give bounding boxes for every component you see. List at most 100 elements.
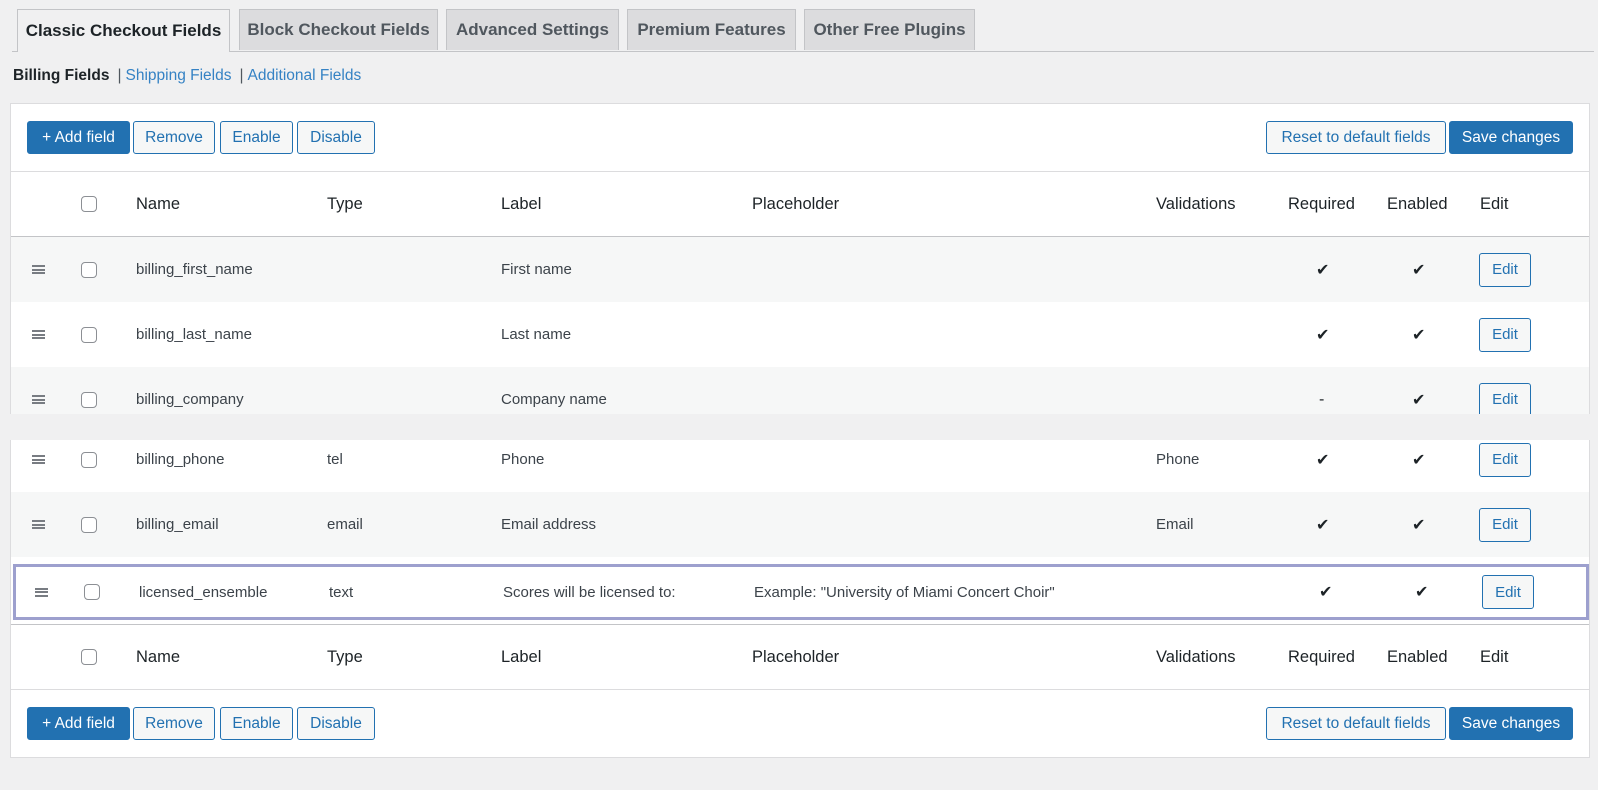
drag-handle-icon[interactable] (35, 587, 48, 597)
table-toolbar-top: + Add field Remove Enable Disable Reset … (11, 104, 1589, 172)
required-checkmark-icon: ✔ (1319, 584, 1333, 601)
edit-button[interactable]: Edit (1482, 575, 1534, 609)
required-dash: - (1319, 390, 1325, 408)
field-name: billing_first_name (136, 261, 253, 278)
row-checkbox[interactable] (81, 326, 97, 343)
table-toolbar-bottom: + Add field Remove Enable Disable Reset … (11, 689, 1589, 757)
field-type: email (327, 516, 363, 533)
tab-block-checkout-fields[interactable]: Block Checkout Fields (239, 9, 438, 50)
col-enabled: Enabled (1387, 194, 1448, 213)
reset-default-fields-button[interactable]: Reset to default fields (1266, 707, 1446, 740)
field-name: licensed_ensemble (139, 583, 268, 601)
drag-handle-icon[interactable] (32, 395, 45, 404)
enabled-checkmark-icon: ✔ (1415, 584, 1429, 601)
fields-table-top: + Add field Remove Enable Disable Reset … (10, 103, 1590, 414)
tab-other-free-plugins[interactable]: Other Free Plugins (804, 9, 975, 50)
required-checkmark-icon: ✔ (1316, 326, 1330, 344)
enabled-checkmark-icon: ✔ (1412, 391, 1426, 409)
col-label: Label (501, 194, 542, 213)
field-name: billing_email (136, 516, 219, 533)
col-required: Required (1288, 194, 1355, 213)
add-field-button[interactable]: + Add field (27, 707, 130, 740)
subnav-separator: | (239, 67, 244, 84)
drag-handle-icon[interactable] (32, 265, 45, 274)
edit-button[interactable]: Edit (1479, 507, 1531, 542)
tab-bar: Classic Checkout Fields Block Checkout F… (12, 9, 1594, 52)
col-edit: Edit (1480, 647, 1509, 666)
enabled-checkmark-icon: ✔ (1412, 451, 1426, 469)
tab-premium-features[interactable]: Premium Features (627, 9, 796, 50)
table-row: billing_email email Email address Email … (11, 492, 1589, 557)
col-validations: Validations (1156, 194, 1236, 213)
save-changes-button[interactable]: Save changes (1449, 121, 1573, 154)
row-checkbox[interactable] (81, 516, 97, 533)
table-row-highlighted: licensed_ensemble text Scores will be li… (13, 564, 1589, 620)
table-row: billing_first_name First name ✔ ✔ Edit (11, 237, 1589, 302)
col-validations: Validations (1156, 647, 1236, 666)
field-name: billing_phone (136, 451, 225, 468)
subnav-shipping-fields[interactable]: Shipping Fields (125, 67, 231, 85)
row-checkbox[interactable] (81, 391, 97, 408)
enable-button[interactable]: Enable (220, 121, 293, 154)
col-name: Name (136, 194, 181, 213)
row-checkbox[interactable] (84, 584, 100, 600)
field-validations: Email (1156, 516, 1194, 533)
table-row: billing_company Company name - ✔ Edit (11, 367, 1589, 414)
field-name: billing_company (136, 391, 244, 408)
edit-button[interactable]: Edit (1479, 252, 1531, 287)
enable-button[interactable]: Enable (220, 707, 293, 740)
drag-handle-icon[interactable] (32, 455, 45, 464)
section-subnav: Billing Fields | Shipping Fields | Addit… (13, 67, 361, 85)
field-placeholder: Example: "University of Miami Concert Ch… (754, 583, 1055, 601)
drag-handle-icon[interactable] (32, 330, 45, 339)
col-name: Name (136, 647, 181, 666)
field-name: billing_last_name (136, 326, 252, 343)
row-checkbox[interactable] (81, 261, 97, 278)
required-checkmark-icon: ✔ (1316, 451, 1330, 469)
enabled-checkmark-icon: ✔ (1412, 261, 1426, 279)
required-checkmark-icon: ✔ (1316, 261, 1330, 279)
table-header: Name Type Label Placeholder Validations … (11, 172, 1589, 237)
drag-handle-icon[interactable] (32, 520, 45, 529)
subnav-billing-fields[interactable]: Billing Fields (13, 67, 109, 85)
disable-button[interactable]: Disable (297, 121, 375, 154)
edit-button[interactable]: Edit (1479, 442, 1531, 477)
field-type: text (329, 583, 354, 601)
col-edit: Edit (1480, 194, 1509, 213)
field-label: Phone (501, 451, 545, 468)
edit-button[interactable]: Edit (1479, 382, 1531, 414)
subnav-separator: | (117, 67, 122, 84)
col-type: Type (327, 194, 363, 213)
col-type: Type (327, 647, 363, 666)
field-label: First name (501, 261, 572, 278)
screenshot-gap (0, 414, 1598, 440)
reset-default-fields-button[interactable]: Reset to default fields (1266, 121, 1446, 154)
save-changes-button[interactable]: Save changes (1449, 707, 1573, 740)
field-label: Last name (501, 326, 572, 343)
col-placeholder: Placeholder (752, 647, 840, 666)
remove-button[interactable]: Remove (133, 707, 215, 740)
row-checkbox[interactable] (81, 451, 97, 468)
remove-button[interactable]: Remove (133, 121, 215, 154)
col-label: Label (501, 647, 542, 666)
tab-advanced-settings[interactable]: Advanced Settings (446, 9, 619, 50)
subnav-additional-fields[interactable]: Additional Fields (248, 67, 362, 85)
enabled-checkmark-icon: ✔ (1412, 326, 1426, 344)
table-row: billing_last_name Last name ✔ ✔ Edit (11, 302, 1589, 367)
tab-classic-checkout-fields[interactable]: Classic Checkout Fields (17, 9, 230, 52)
select-all-checkbox[interactable] (81, 649, 97, 665)
field-label: Scores will be licensed to: (503, 583, 676, 601)
edit-button[interactable]: Edit (1479, 317, 1531, 352)
field-type: tel (327, 451, 343, 468)
required-checkmark-icon: ✔ (1316, 516, 1330, 534)
select-all-checkbox[interactable] (81, 196, 97, 212)
table-row: billing_phone tel Phone Phone ✔ ✔ Edit (11, 440, 1589, 492)
add-field-button[interactable]: + Add field (27, 121, 130, 154)
enabled-checkmark-icon: ✔ (1412, 516, 1426, 534)
table-footer: Name Type Label Placeholder Validations … (11, 624, 1589, 689)
col-enabled: Enabled (1387, 647, 1448, 666)
field-label: Company name (501, 391, 607, 408)
field-label: Email address (501, 516, 597, 533)
disable-button[interactable]: Disable (297, 707, 375, 740)
fields-table-bottom: billing_phone tel Phone Phone ✔ ✔ Edit b… (10, 440, 1590, 758)
